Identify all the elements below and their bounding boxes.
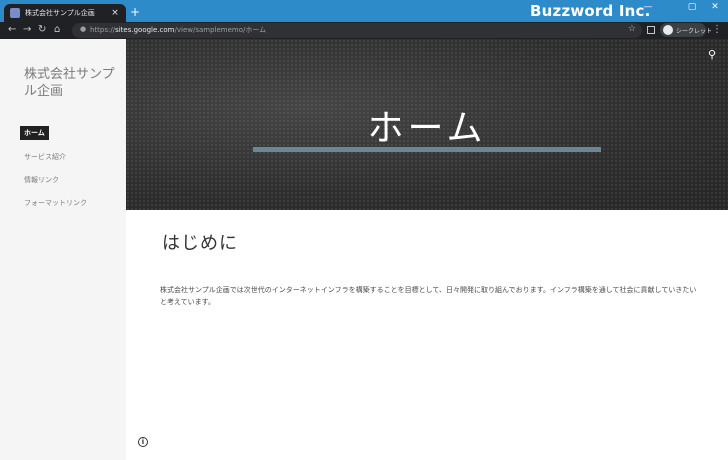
back-icon[interactable]: ← (8, 24, 16, 35)
title-underline-bar (253, 147, 601, 152)
new-tab-button[interactable]: + (130, 5, 140, 19)
url-path: /view/samplememo/ホーム (174, 26, 267, 34)
nav-item-info-links[interactable]: 情報リンク (20, 173, 63, 187)
incognito-badge[interactable]: シークレット (660, 23, 712, 37)
forward-icon[interactable]: → (23, 24, 31, 35)
brand-watermark: Buzzword Inc. (530, 2, 651, 20)
incognito-icon (663, 25, 673, 35)
info-icon[interactable]: i (138, 437, 148, 447)
site-sidebar: 株式会社サンプル企画 ホーム サービス紹介 情報リンク フォーマットリンク (0, 39, 126, 460)
minimize-button[interactable]: — (641, 2, 655, 12)
incognito-label: シークレット (676, 27, 713, 35)
reload-icon[interactable]: ↻ (38, 24, 46, 35)
bookmark-star-icon[interactable]: ☆ (628, 24, 636, 34)
search-icon[interactable]: ⚲ (708, 48, 716, 61)
nav-item-home[interactable]: ホーム (20, 126, 49, 140)
browser-toolbar: ← → ↻ ⌂ ● https://sites.google.com/view/… (0, 22, 728, 39)
section-heading: はじめに (162, 233, 238, 254)
home-icon[interactable]: ⌂ (54, 24, 60, 35)
lock-icon: ● (80, 25, 87, 33)
nav-item-format-links[interactable]: フォーマットリンク (20, 196, 91, 210)
nav-item-services[interactable]: サービス紹介 (20, 150, 70, 164)
browser-menu-icon[interactable]: ⋮ (712, 24, 722, 35)
title-bar: 株式会社サンプル企画 × + Buzzword Inc. — ▢ ✕ (0, 0, 728, 22)
url-host: sites.google.com (115, 26, 175, 34)
close-window-button[interactable]: ✕ (708, 2, 722, 12)
intro-paragraph: 株式会社サンプル企画では次世代のインターネットインフラを構築することを目標として… (160, 286, 697, 306)
tab-title: 株式会社サンプル企画 (25, 9, 95, 17)
side-panel-icon[interactable] (647, 26, 655, 34)
page-title: ホーム (367, 108, 487, 149)
site-favicon-icon (10, 8, 20, 18)
site-title[interactable]: 株式会社サンプル企画 (24, 66, 120, 100)
url-text: https://sites.google.com/view/samplememo… (90, 25, 266, 35)
maximize-button[interactable]: ▢ (685, 2, 699, 12)
hero-banner: ホーム (126, 39, 728, 210)
page-content: 株式会社サンプル企画 ホーム サービス紹介 情報リンク フォーマットリンク ホー… (0, 39, 728, 460)
url-prefix: https:// (90, 26, 116, 34)
address-bar[interactable]: ● https://sites.google.com/view/sampleme… (72, 23, 642, 38)
browser-tab[interactable]: 株式会社サンプル企画 × (4, 4, 126, 22)
tab-close-icon[interactable]: × (110, 8, 120, 18)
